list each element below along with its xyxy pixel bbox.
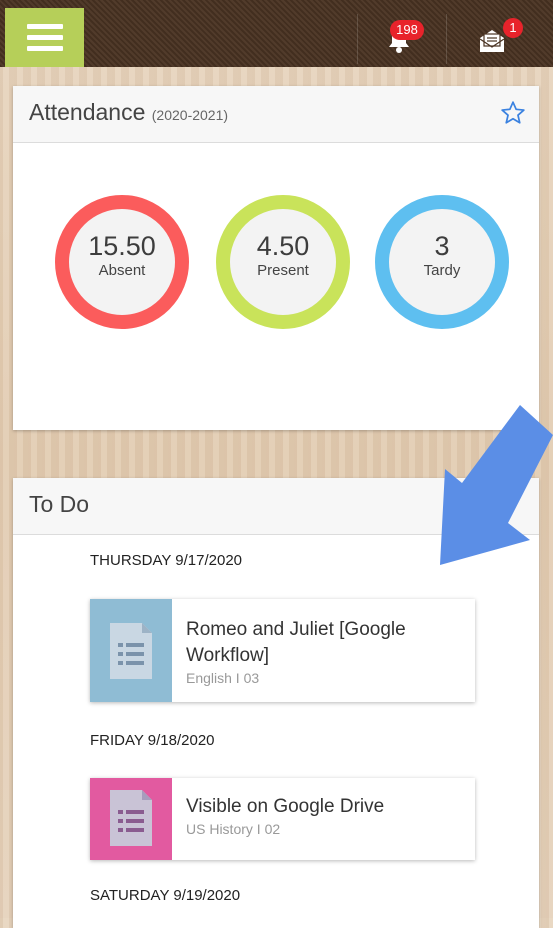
top-bar: 198 1 xyxy=(0,0,553,67)
attendance-card: Attendance (2020-2021) 15.50 Absent 4.50… xyxy=(13,86,539,430)
tardy-stat[interactable]: 3 Tardy xyxy=(375,195,509,329)
divider xyxy=(357,14,358,64)
todo-item[interactable]: Visible on Google Drive US History I 02 xyxy=(90,778,475,860)
todo-item-course: English I 03 xyxy=(186,670,260,686)
arrow-icon xyxy=(440,405,553,565)
todo-item-title: Visible on Google Drive US History I 02 xyxy=(186,794,466,838)
messages-button[interactable]: 1 xyxy=(466,16,526,60)
attendance-title: Attendance (2020-2021) xyxy=(29,99,229,125)
notifications-button[interactable]: 198 xyxy=(372,16,432,60)
document-icon xyxy=(90,778,172,860)
present-stat[interactable]: 4.50 Present xyxy=(216,195,350,329)
date-header: SATURDAY 9/19/2020 xyxy=(90,887,241,904)
notification-count-badge: 198 xyxy=(390,20,424,40)
hamburger-icon xyxy=(26,24,63,29)
document-icon xyxy=(90,599,172,702)
mail-icon xyxy=(479,30,505,52)
attendance-header: Attendance (2020-2021) xyxy=(13,86,539,143)
todo-item-title: Romeo and Juliet [Google Workflow] Engli… xyxy=(186,617,466,687)
attendance-stats: 15.50 Absent 4.50 Present 3 Tardy xyxy=(13,143,539,431)
absent-stat[interactable]: 15.50 Absent xyxy=(55,195,189,329)
date-header: THURSDAY 9/17/2020 xyxy=(90,552,243,569)
menu-button[interactable] xyxy=(5,8,84,67)
attendance-year: (2020-2021) xyxy=(151,107,229,123)
todo-item[interactable]: Romeo and Juliet [Google Workflow] Engli… xyxy=(90,599,475,702)
todo-title: To Do xyxy=(29,491,90,517)
date-header: FRIDAY 9/18/2020 xyxy=(90,732,215,749)
star-icon[interactable] xyxy=(500,100,526,126)
divider xyxy=(446,14,447,64)
todo-item-course: US History I 02 xyxy=(186,821,281,837)
message-count-badge: 1 xyxy=(503,18,523,38)
